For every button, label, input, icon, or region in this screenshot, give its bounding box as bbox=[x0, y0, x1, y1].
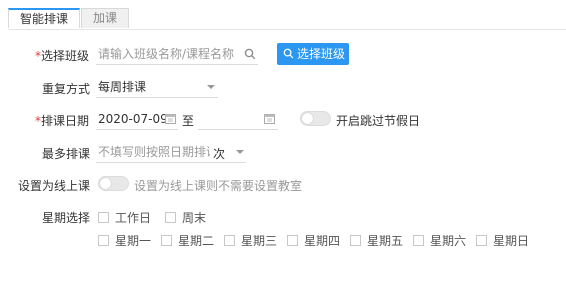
class-search-input[interactable] bbox=[96, 43, 258, 65]
checkbox[interactable] bbox=[165, 212, 176, 223]
calendar-icon[interactable] bbox=[165, 113, 176, 126]
skip-holidays-toggle[interactable] bbox=[300, 111, 331, 126]
weekday-select-label: 星期选择 bbox=[42, 211, 91, 225]
online-class-hint: 设置为线上课则不需要设置教室 bbox=[134, 179, 303, 193]
checkbox-label: 星期六 bbox=[430, 234, 467, 248]
checkbox-label: 工作日 bbox=[115, 211, 152, 225]
toggle-knob bbox=[302, 113, 313, 124]
calendar-icon[interactable] bbox=[264, 113, 275, 126]
online-class-label: 设置为线上课 bbox=[18, 179, 91, 193]
checkbox-label: 星期日 bbox=[493, 234, 530, 248]
checkbox-sunday[interactable]: 星期日 bbox=[476, 232, 529, 249]
online-class-toggle[interactable] bbox=[98, 176, 129, 191]
checkbox[interactable] bbox=[98, 235, 109, 246]
toggle-knob bbox=[100, 178, 111, 189]
checkbox-label: 星期二 bbox=[178, 234, 215, 248]
checkbox[interactable] bbox=[161, 235, 172, 246]
checkbox-tuesday[interactable]: 星期二 bbox=[161, 232, 214, 249]
tab-add-class[interactable]: 加课 bbox=[81, 8, 130, 28]
class-select-label-text: 选择班级 bbox=[41, 49, 90, 63]
schedule-date-label-text: 排课日期 bbox=[41, 114, 90, 128]
checkbox-wednesday[interactable]: 星期三 bbox=[224, 232, 277, 249]
checkbox-monday[interactable]: 星期一 bbox=[98, 232, 151, 249]
checkbox-saturday[interactable]: 星期六 bbox=[413, 232, 466, 249]
skip-holidays-label: 开启跳过节假日 bbox=[336, 114, 421, 128]
checkbox-label: 星期一 bbox=[115, 234, 152, 248]
max-schedule-input[interactable] bbox=[96, 141, 212, 163]
checkbox[interactable] bbox=[476, 235, 487, 246]
checkbox-label: 星期五 bbox=[367, 234, 404, 248]
checkbox-label: 星期三 bbox=[241, 234, 278, 248]
repeat-mode-value: 每周排课 bbox=[98, 80, 147, 94]
chevron-down-icon[interactable] bbox=[236, 150, 244, 154]
start-date-value: 2020-07-09 bbox=[98, 112, 168, 126]
unit-underline bbox=[212, 162, 246, 163]
tab-divider bbox=[8, 29, 566, 30]
date-separator: 至 bbox=[182, 114, 195, 128]
checkbox[interactable] bbox=[350, 235, 361, 246]
tab-bar: 智能排课 加课 bbox=[8, 8, 130, 29]
tab-smart-schedule[interactable]: 智能排课 bbox=[8, 8, 81, 28]
checkbox-label: 周末 bbox=[182, 211, 207, 225]
select-class-button[interactable]: 选择班级 bbox=[277, 43, 349, 65]
checkbox-friday[interactable]: 星期五 bbox=[350, 232, 403, 249]
max-schedule-unit: 次 bbox=[213, 147, 226, 161]
max-schedule-label: 最多排课 bbox=[42, 147, 91, 161]
repeat-mode-select[interactable]: 每周排课 bbox=[96, 76, 218, 98]
search-icon bbox=[283, 48, 294, 59]
checkbox-workdays[interactable]: 工作日 bbox=[98, 209, 151, 226]
checkbox-label: 星期四 bbox=[304, 234, 341, 248]
checkbox[interactable] bbox=[98, 212, 109, 223]
checkbox[interactable] bbox=[287, 235, 298, 246]
checkbox-weekend[interactable]: 周末 bbox=[165, 209, 206, 226]
checkbox-thursday[interactable]: 星期四 bbox=[287, 232, 340, 249]
search-icon[interactable] bbox=[244, 48, 256, 62]
schedule-date-label: *排课日期 bbox=[35, 112, 89, 129]
chevron-down-icon bbox=[207, 85, 215, 89]
class-select-label: *选择班级 bbox=[35, 47, 89, 64]
checkbox[interactable] bbox=[413, 235, 424, 246]
repeat-mode-label: 重复方式 bbox=[42, 82, 91, 96]
select-class-button-label: 选择班级 bbox=[297, 47, 346, 61]
checkbox[interactable] bbox=[224, 235, 235, 246]
